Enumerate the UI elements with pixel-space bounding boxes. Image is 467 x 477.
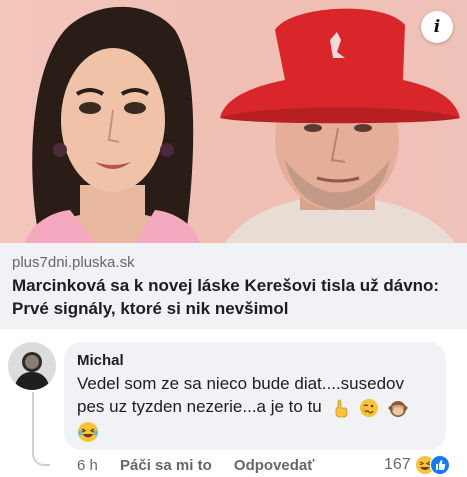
reaction-summary[interactable]: 167 — [384, 455, 450, 475]
comment-author[interactable]: Michal — [77, 352, 124, 369]
pointing-up-icon — [335, 399, 347, 417]
avatar-photo — [8, 342, 56, 390]
see-no-evil-monkey-icon — [388, 400, 408, 417]
reaction-count: 167 — [384, 456, 411, 473]
comment-emoji-row — [77, 421, 99, 448]
thread-curve — [32, 452, 50, 466]
facebook-comment-screen: i plus7dni.pluska.sk Marcinková sa k nov… — [0, 0, 467, 477]
like-reaction-icon — [429, 455, 450, 475]
comment-text-line2-wrap: pes uz tyzden nezerie...a je to tu — [77, 397, 408, 418]
comment-actions: 6 h Páči sa mi to Odpovedať — [77, 457, 332, 474]
woman-photo — [25, 6, 200, 243]
comment-time[interactable]: 6 h — [77, 457, 98, 474]
woozy-face-icon — [360, 398, 379, 417]
link-domain: plus7dni.pluska.sk — [12, 254, 135, 271]
comment-text-line2: pes uz tyzden nezerie...a je to tu — [77, 397, 322, 416]
link-preview-image[interactable]: i — [0, 0, 467, 243]
comment-text-line1: Vedel som ze sa nieco bude diat....sused… — [77, 374, 404, 393]
reply-button[interactable]: Odpovedať — [234, 457, 315, 474]
link-title[interactable]: Marcinková sa k novej láske Kerešovi tis… — [12, 274, 467, 320]
thread-line — [32, 392, 34, 454]
avatar[interactable] — [8, 342, 56, 390]
like-button[interactable]: Páči sa mi to — [120, 457, 212, 474]
laughing-tears-icon — [78, 422, 98, 442]
info-icon[interactable]: i — [421, 11, 453, 43]
